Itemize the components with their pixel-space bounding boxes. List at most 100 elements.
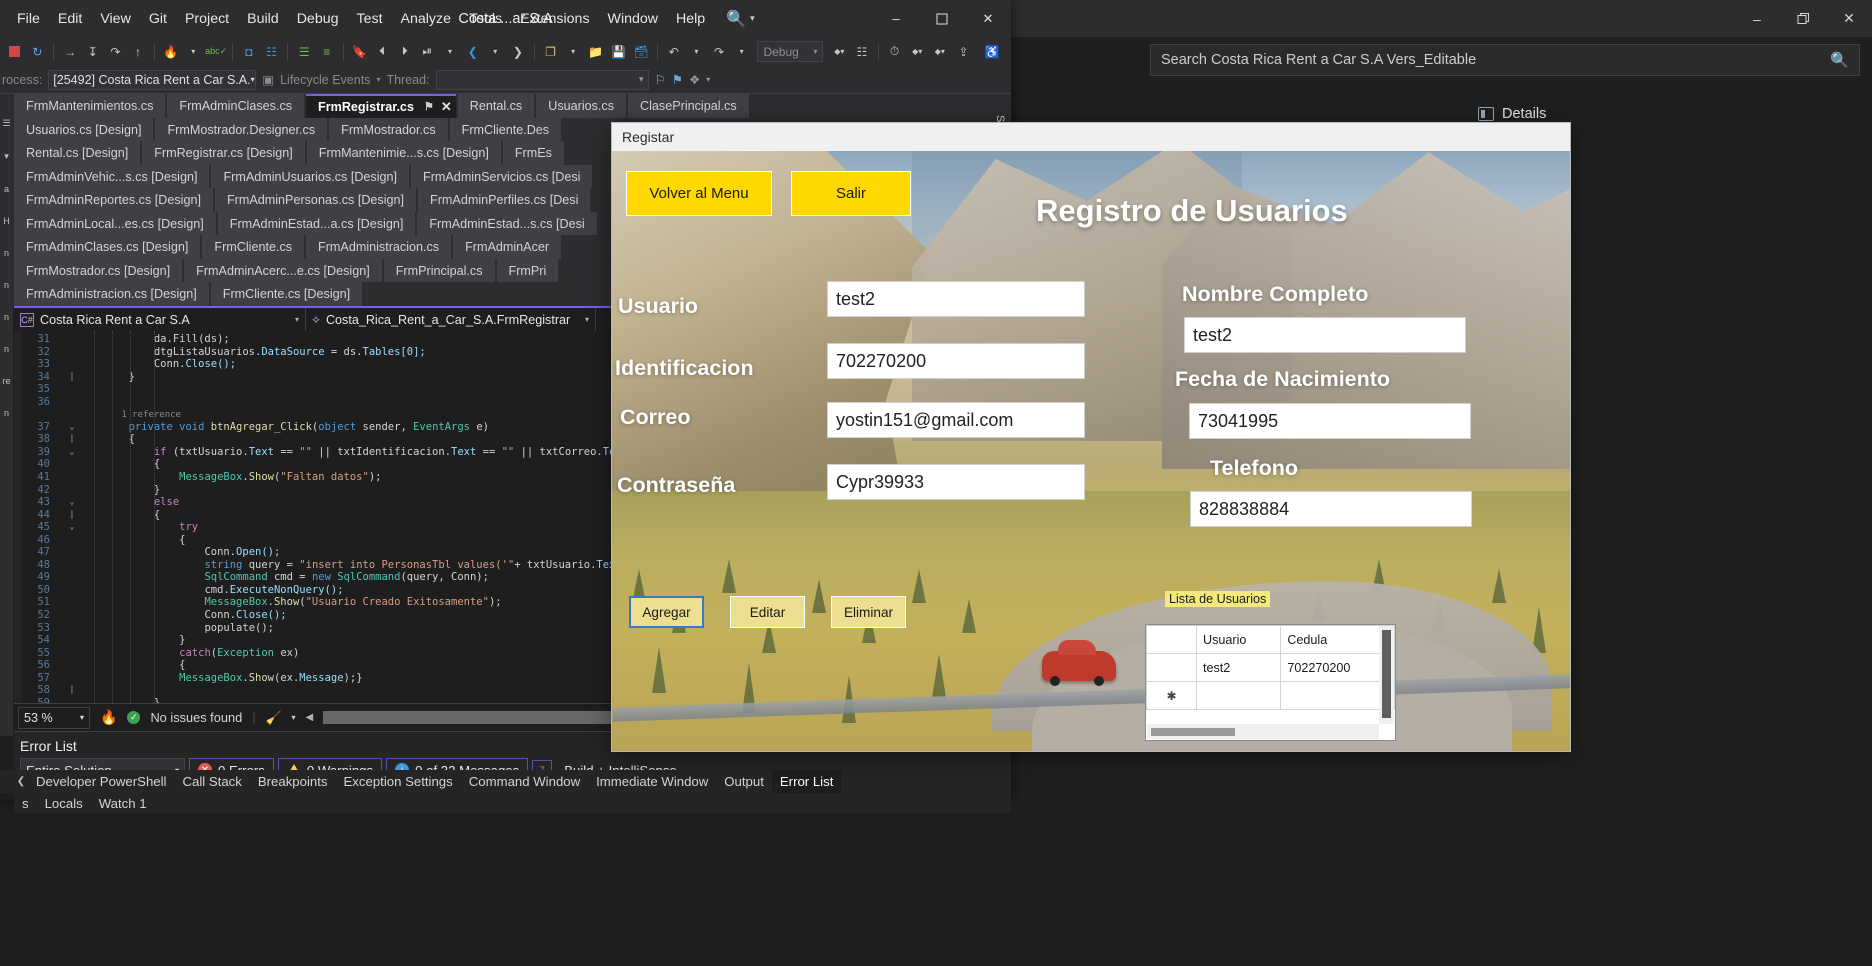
diagnostics-icon[interactable]: ◆▾ bbox=[906, 40, 928, 64]
menu-debug[interactable]: Debug bbox=[288, 0, 348, 37]
document-tab[interactable]: Usuarios.cs [Design] bbox=[14, 117, 154, 141]
navigate-back-dropdown-icon[interactable]: ▾ bbox=[484, 40, 506, 64]
usuario-input[interactable]: test2 bbox=[827, 281, 1085, 317]
scrollbar-thumb[interactable] bbox=[1151, 728, 1235, 736]
menu-analyze[interactable]: Analyze bbox=[392, 0, 460, 37]
filter-icon[interactable]: ❖ bbox=[689, 72, 700, 87]
pin-icon[interactable]: ⚑ bbox=[424, 100, 434, 113]
document-tab[interactable]: FrmCliente.cs [Design] bbox=[210, 282, 363, 306]
document-tab[interactable]: Rental.cs [Design] bbox=[14, 141, 141, 165]
share-icon[interactable]: ⇪ bbox=[953, 40, 975, 64]
redo-dropdown-icon[interactable]: ▾ bbox=[731, 40, 753, 64]
open-window-icon[interactable]: ☷ bbox=[261, 40, 283, 64]
menu-view[interactable]: View bbox=[91, 0, 140, 37]
document-tab[interactable]: FrmCliente.cs bbox=[202, 235, 305, 259]
menu-help[interactable]: Help bbox=[667, 0, 714, 37]
document-tab[interactable]: FrmAdminPersonas.cs [Design] bbox=[214, 188, 417, 212]
fecha-nacimiento-input[interactable]: 73041995 bbox=[1189, 403, 1471, 439]
document-tab[interactable]: Rental.cs bbox=[457, 94, 535, 118]
document-tab[interactable]: FrmPri bbox=[496, 258, 559, 282]
process-dropdown[interactable]: [25492] Costa Rica Rent a Car S.A. ▾ bbox=[48, 69, 257, 90]
nombre-completo-input[interactable]: test2 bbox=[1184, 317, 1466, 353]
open-folder-icon[interactable]: 📁 bbox=[585, 40, 607, 64]
contrasena-input[interactable]: Cypr39933 bbox=[827, 464, 1085, 500]
salir-button[interactable]: Salir bbox=[791, 171, 911, 216]
document-tab[interactable]: FrmAdminAcer bbox=[453, 235, 562, 259]
tab-call-stack[interactable]: Call Stack bbox=[174, 770, 249, 793]
cell-cedula[interactable]: 702270200 bbox=[1280, 653, 1395, 682]
document-tab[interactable]: FrmAdminAcerc...e.cs [Design] bbox=[184, 258, 382, 282]
scroll-left-arrow-icon[interactable]: ◀ bbox=[305, 712, 313, 723]
table-row-new[interactable]: ✱ bbox=[1146, 681, 1395, 710]
navigate-forward-icon[interactable]: ❯ bbox=[507, 40, 529, 64]
grid-horizontal-scrollbar[interactable] bbox=[1147, 724, 1379, 739]
tab-exception-settings[interactable]: Exception Settings bbox=[336, 770, 461, 793]
document-tab[interactable]: FrmAdminServicios.cs [Desi bbox=[411, 164, 593, 188]
fold-marker[interactable]: ⌄ bbox=[66, 421, 78, 434]
flag-multi-icon[interactable]: ⚑ bbox=[672, 72, 683, 87]
new-project-icon[interactable]: ❐ bbox=[540, 40, 562, 64]
column-header-usuario[interactable]: Usuario bbox=[1195, 625, 1282, 654]
redo-icon[interactable]: ↷ bbox=[708, 40, 730, 64]
profiler-icon[interactable]: ⏱ bbox=[884, 40, 906, 64]
bookmark-icon[interactable]: 🔖 bbox=[349, 40, 371, 64]
hot-reload-status-icon[interactable]: 🔥 bbox=[100, 709, 117, 726]
new-project-dropdown-icon[interactable]: ▾ bbox=[562, 40, 584, 64]
cell-cedula-new[interactable] bbox=[1280, 681, 1395, 710]
tab-secondary-s[interactable]: s bbox=[14, 796, 37, 811]
window-layout-icon[interactable]: ☷ bbox=[851, 40, 873, 64]
table-row[interactable]: test2 702270200 bbox=[1146, 653, 1395, 682]
tab-developer-powershell[interactable]: Developer PowerShell bbox=[28, 770, 174, 793]
fold-marker[interactable]: ⌄ bbox=[66, 521, 78, 534]
zoom-level-dropdown[interactable]: 53 % ▾ bbox=[18, 706, 90, 729]
volver-al-menu-button[interactable]: Volver al Menu bbox=[626, 171, 772, 216]
cell-usuario-new[interactable] bbox=[1195, 681, 1282, 710]
outer-close-button[interactable]: ✕ bbox=[1826, 0, 1872, 37]
tab-command-window[interactable]: Command Window bbox=[461, 770, 588, 793]
agregar-button[interactable]: Agregar bbox=[629, 596, 704, 628]
thread-dropdown[interactable]: ▾ bbox=[435, 69, 649, 90]
document-tab[interactable]: Usuarios.cs bbox=[536, 94, 627, 118]
document-tab[interactable]: FrmAdminReportes.cs [Design] bbox=[14, 188, 213, 212]
events-icon[interactable]: ◆▾ bbox=[929, 40, 951, 64]
document-tab[interactable]: FrmAdminVehic...s.cs [Design] bbox=[14, 164, 210, 188]
overflow-icon[interactable]: ▾ bbox=[706, 75, 710, 84]
document-tab[interactable]: FrmAdminEstad...s.cs [Desi bbox=[417, 211, 597, 235]
rail-toolbox-icon[interactable]: ☰ bbox=[0, 118, 13, 129]
code-cleanup-icon[interactable]: 🧹 bbox=[266, 710, 282, 726]
restart-icon[interactable]: ↻ bbox=[27, 40, 49, 64]
document-tab[interactable]: FrmAdministracion.cs bbox=[306, 235, 452, 259]
undo-dropdown-icon[interactable]: ▾ bbox=[686, 40, 708, 64]
vs-close-button[interactable]: ✕ bbox=[965, 0, 1011, 37]
fold-marker[interactable]: ⌄ bbox=[66, 446, 78, 459]
undo-icon[interactable]: ↶ bbox=[663, 40, 685, 64]
hot-reload-icon[interactable]: 🔥 bbox=[160, 40, 182, 64]
toolbar-overflow-icon[interactable]: ◆▾ bbox=[828, 40, 850, 64]
fold-marker[interactable]: | bbox=[66, 433, 78, 446]
step-up-icon[interactable]: ↑ bbox=[127, 40, 149, 64]
outer-restore-button[interactable] bbox=[1780, 0, 1826, 37]
document-tab[interactable]: FrmAdminEstad...a.cs [Design] bbox=[217, 211, 416, 235]
hot-reload-dropdown-icon[interactable]: ▾ bbox=[182, 40, 204, 64]
step-over-icon[interactable]: ↧ bbox=[82, 40, 104, 64]
lifecycle-events-icon[interactable]: ▣ bbox=[262, 72, 274, 87]
step-out-icon[interactable]: ↷ bbox=[105, 40, 127, 64]
project-dropdown[interactable]: C# Costa Rica Rent a Car S.A ▾ bbox=[14, 307, 306, 332]
document-tab[interactable]: FrmAdministracion.cs [Design] bbox=[14, 282, 209, 306]
document-tab[interactable]: FrmCliente.Des bbox=[449, 117, 562, 141]
document-tab[interactable]: FrmRegistrar.cs ⚑ ✕ bbox=[306, 94, 456, 118]
outer-search-bar[interactable]: Search Costa Rica Rent a Car S.A Vers_Ed… bbox=[1150, 44, 1860, 76]
identificacion-input[interactable]: 702270200 bbox=[827, 343, 1085, 379]
menu-test[interactable]: Test bbox=[348, 0, 392, 37]
scrollbar-thumb[interactable] bbox=[1382, 630, 1391, 718]
menu-window[interactable]: Window bbox=[599, 0, 667, 37]
fold-marker[interactable]: | bbox=[66, 684, 78, 697]
eliminar-button[interactable]: Eliminar bbox=[831, 596, 906, 628]
navigate-backward-icon[interactable]: ❮ bbox=[462, 40, 484, 64]
fold-marker[interactable]: | bbox=[66, 509, 78, 522]
flag-icon[interactable]: ⚐ bbox=[655, 72, 666, 87]
save-all-icon[interactable]: 🗃 bbox=[630, 40, 652, 64]
type-member-dropdown[interactable]: ⟡ Costa_Rica_Rent_a_Car_S.A.FrmRegistrar… bbox=[306, 307, 596, 332]
step-into-icon[interactable]: → bbox=[59, 40, 81, 64]
document-tab[interactable]: FrmAdminPerfiles.cs [Desi bbox=[418, 188, 591, 212]
